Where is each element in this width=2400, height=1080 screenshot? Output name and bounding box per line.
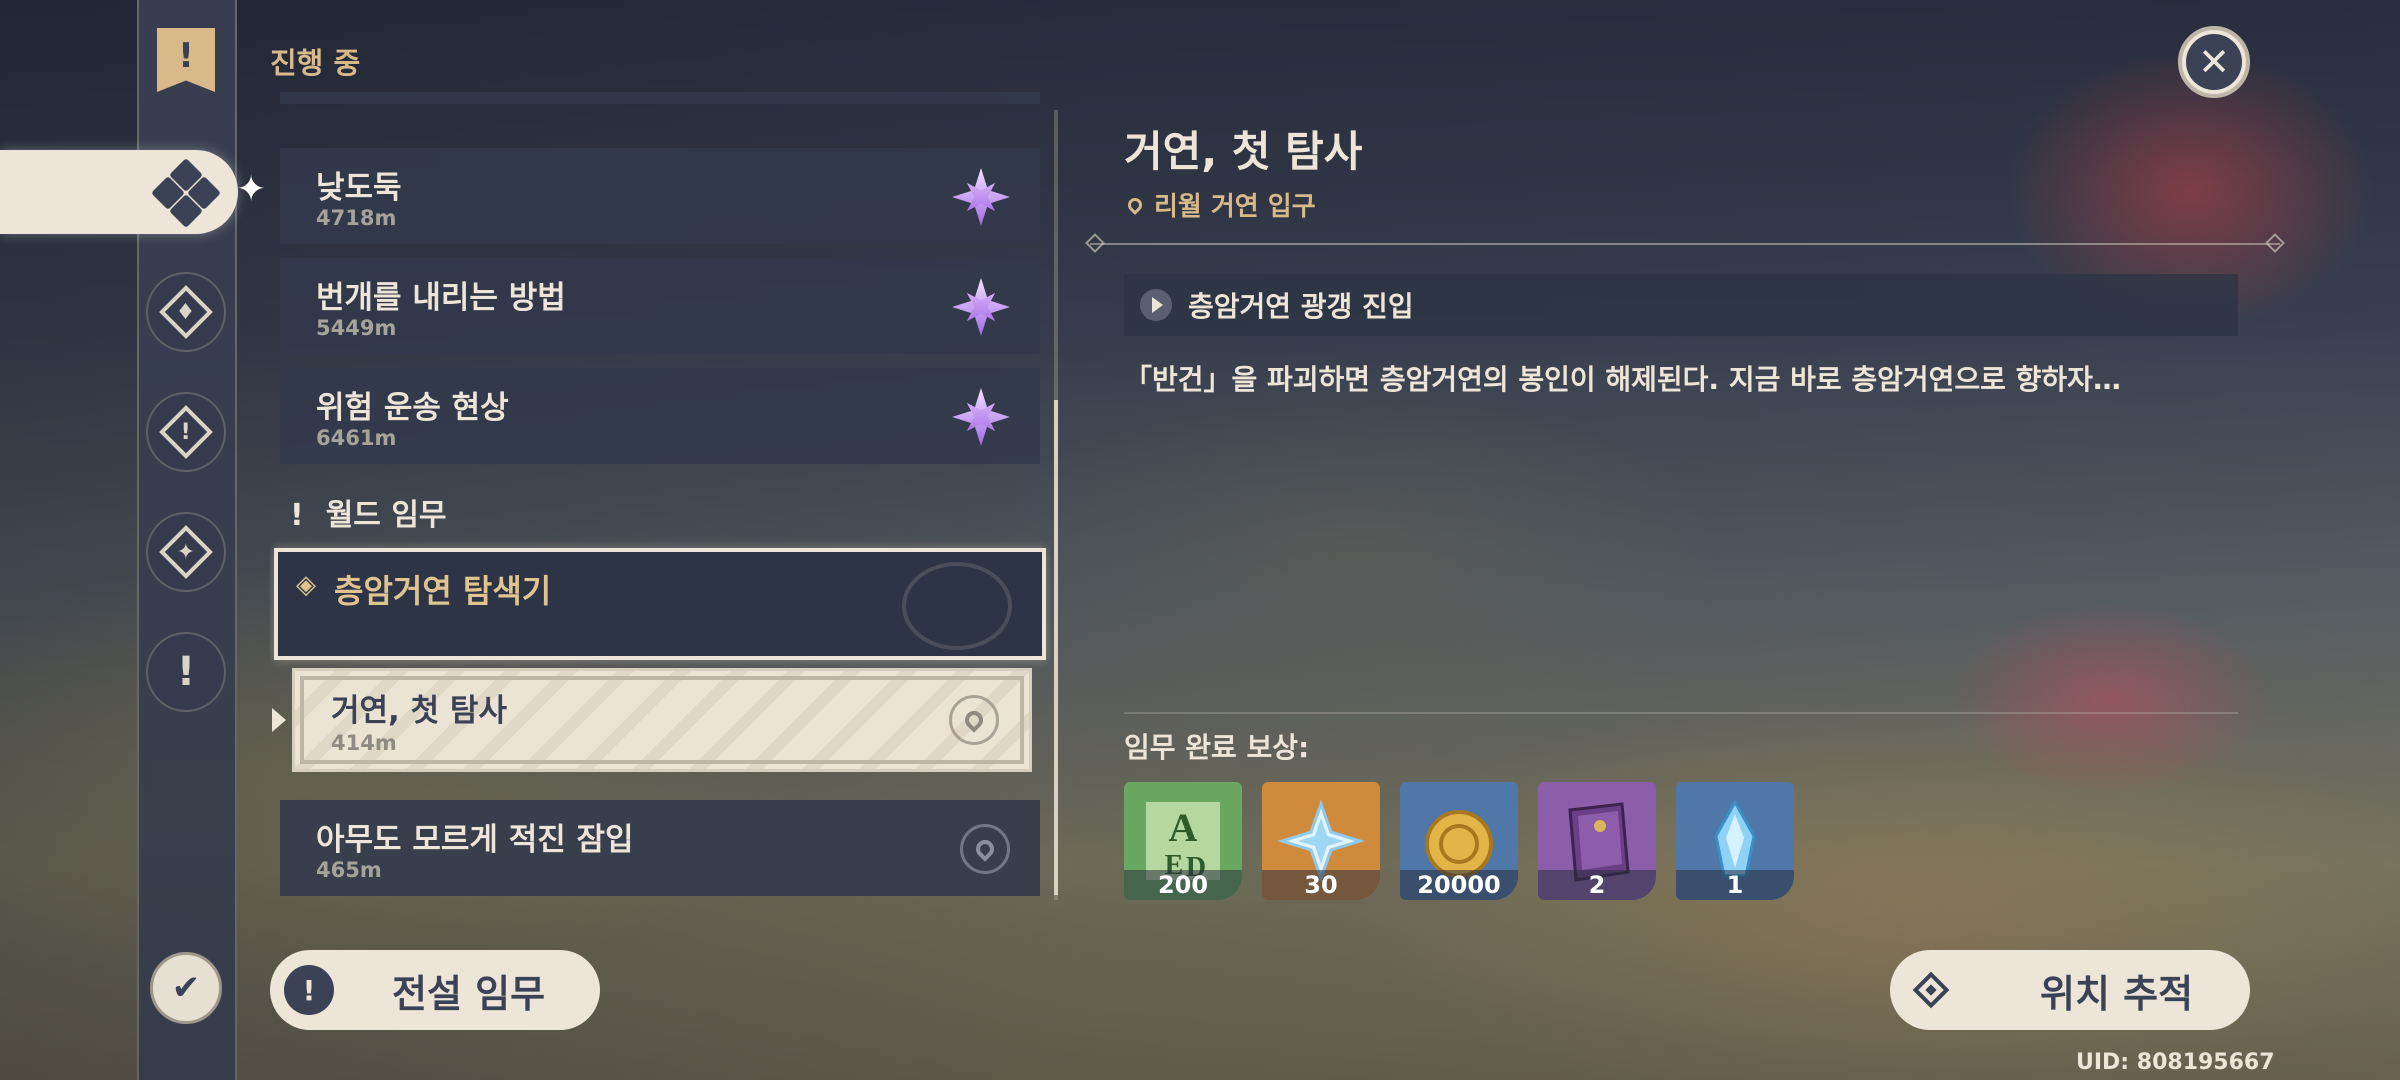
reward-count: 30 [1262,870,1380,900]
reward-count: 20000 [1400,870,1518,900]
location-pin-icon [949,695,999,745]
quest-group-selected[interactable]: ◈ 층암거연 탐색기 [274,548,1046,660]
sub-quest-item[interactable]: 아무도 모르게 적진 잠입 465m [280,800,1040,896]
quest-name: 번개를 내리는 방법 [316,280,566,316]
quest-item[interactable]: 번개를 내리는 방법 5449m [280,258,1040,354]
quest-description: 「반건」을 파괴하면 층암거연의 봉인이 해제된다. 지금 바로 층암거연으로 … [1124,363,2121,396]
exclamation-icon: ! [290,498,304,533]
objective-arrow-icon [1140,289,1172,321]
location-pin-icon [960,824,1010,874]
selected-arrow-icon [272,708,286,732]
reward-item[interactable]: 20000 [1400,782,1518,900]
sub-quest-distance: 414m [331,731,397,755]
quest-item-partial[interactable]: 4613m [280,92,1040,104]
legend-quest-icon: ! [284,965,334,1015]
world-quest-category-icon[interactable]: ! [146,632,226,712]
commission-category-icon[interactable]: ✦ [146,512,226,592]
track-diamond-icon [1912,971,1950,1009]
reward-count: 2 [1538,870,1656,900]
section-title: 진행 중 [270,46,361,80]
uid-label: UID: 808195667 [2076,1050,2275,1075]
close-button[interactable]: ✕ [2178,26,2250,98]
legend-quests-button[interactable]: ! 전설 임무 [270,950,600,1030]
region-crest-icon [902,562,1012,650]
quest-name: 위험 운송 현상 [316,390,509,426]
quest-settings-icon[interactable]: ✔ [150,952,222,1024]
quest-diamond-icon: ◈ [296,570,316,600]
archon-star-icon [952,168,1010,226]
list-scroll-thumb[interactable] [1054,400,1058,895]
divider [1090,243,2280,245]
sub-quest-distance: 465m [316,858,382,882]
quest-location: 리월 거연 입구 [1124,186,1316,223]
quest-item[interactable]: 낮도둑 4718m [280,148,1040,244]
quest-item[interactable]: 위험 운송 현상 6461m [280,368,1040,464]
quest-distance: 6461m [316,426,397,450]
world-quest-header: ! 월드 임무 [290,498,447,533]
reward-count: 1 [1676,870,1794,900]
sub-quest-name: 거연, 첫 탐사 [331,693,507,729]
quest-detail-title: 거연, 첫 탐사 [1124,127,1363,176]
sparkle-icon: ✦ [236,169,267,210]
quest-name: 낮도둑 [316,170,402,206]
divider [1124,712,2238,714]
quest-group-name: 층암거연 탐색기 [334,572,552,610]
quest-distance: 4718m [316,206,397,230]
archon-star-icon [952,278,1010,336]
all-quests-icon[interactable] [151,158,221,228]
quest-distance: 5449m [316,316,397,340]
story-quest-category-icon[interactable]: ! [146,392,226,472]
archon-quest-category-icon[interactable]: ♦ [146,272,226,352]
reward-label: 임무 완료 보상: [1124,731,1310,764]
reward-item[interactable]: 30 [1262,782,1380,900]
quest-objective: 층암거연 광갱 진입 [1124,274,2238,336]
reward-item[interactable]: A E D 200 [1124,782,1242,900]
quest-list[interactable]: 4613m 낮도둑 4718m 번개를 내리는 방법 5449m 위험 운송 현… [270,92,1050,902]
reward-item[interactable]: 1 [1676,782,1794,900]
sub-quest-item-selected[interactable]: 거연, 첫 탐사 414m [292,668,1032,772]
track-location-button[interactable]: 위치 추적 [1890,950,2250,1030]
location-pin-icon [1125,194,1145,215]
sub-quest-name: 아무도 모르게 적진 잠입 [316,822,634,858]
archon-star-icon [952,388,1010,446]
reward-count: 200 [1124,870,1242,900]
reward-item[interactable]: 2 [1538,782,1656,900]
svg-text:A: A [1169,805,1198,850]
close-icon: ✕ [2186,34,2242,90]
